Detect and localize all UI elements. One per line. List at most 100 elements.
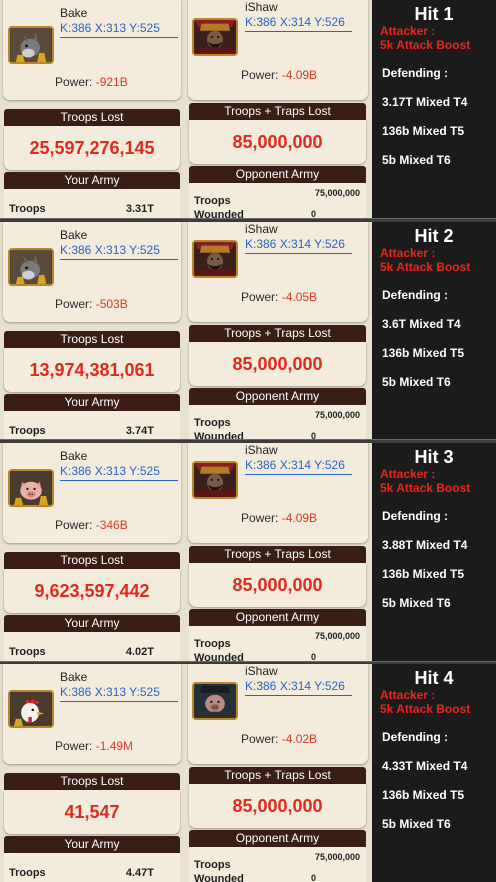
defender-power: Power: -4.02B — [241, 732, 317, 746]
your-army-troops-value: 4.47T — [125, 867, 154, 879]
your-army-troops-label: Troops — [9, 425, 46, 437]
defender-power-label: Power: — [241, 68, 279, 82]
attacker-boost-note: 5k Attack Boost — [380, 481, 471, 495]
attacker-note: Attacker : 5k Attack Boost — [380, 467, 470, 495]
attacker-note: Attacker : 5k Attack Boost — [380, 246, 470, 274]
battle-report: Bake K:386 X:313 Y:525 Power: -1.49M iSh… — [0, 664, 372, 882]
troops-traps-lost-value: 85,000,000 — [189, 120, 366, 164]
attacker-profile-card[interactable]: Bake K:386 X:313 Y:525 Power: -1.49M — [3, 664, 181, 764]
attacker-power-label: Power: — [55, 297, 93, 311]
troops-lost-value: 25,597,276,145 — [4, 126, 180, 170]
your-army-header[interactable]: Your Army — [4, 615, 180, 632]
defender-coords-link[interactable]: K:386 X:314 Y:526 — [245, 458, 352, 475]
troops-lost-header: Troops Lost — [4, 109, 180, 126]
attacker-power: Power: -1.49M — [55, 739, 133, 753]
troops-lost-value: 9,623,597,442 — [4, 569, 180, 613]
opponent-troops-value: 75,000,000 — [314, 410, 360, 420]
hit-notes: Hit 2 Attacker : 5k Attack Boost Defendi… — [372, 222, 496, 440]
troops-lost-header: Troops Lost — [4, 331, 180, 348]
opponent-troops-label: Troops — [194, 417, 231, 429]
defender-power-value: -4.02B — [281, 732, 318, 746]
troops-lost-value: 13,974,381,061 — [4, 348, 180, 392]
defending-line-t6: 5b Mixed T6 — [382, 153, 451, 167]
attacker-power: Power: -346B — [55, 518, 128, 532]
your-army-header[interactable]: Your Army — [4, 836, 180, 853]
defender-power-label: Power: — [241, 511, 279, 525]
donkey-avatar — [8, 248, 54, 286]
defender-profile-card[interactable]: iShaw K:386 X:314 Y:526 Power: -4.05B — [188, 222, 368, 322]
attacker-coords-link[interactable]: K:386 X:313 Y:525 — [60, 685, 178, 702]
battle-report: Bake K:386 X:313 Y:525 Power: -503B iSha… — [0, 222, 372, 440]
troops-traps-lost-header: Troops + Traps Lost — [189, 103, 366, 120]
defender-coords-link[interactable]: K:386 X:314 Y:526 — [245, 15, 352, 32]
troops-lost-header: Troops Lost — [4, 552, 180, 569]
your-army-header[interactable]: Your Army — [4, 394, 180, 411]
attacker-profile-card[interactable]: Bake K:386 X:313 Y:525 Power: -921B — [3, 0, 181, 100]
defender-name: iShaw — [245, 664, 278, 678]
opponent-wounded-value: 0 — [310, 873, 316, 882]
defender-profile-card[interactable]: iShaw K:386 X:314 Y:526 Power: -4.02B — [188, 664, 368, 764]
troops-traps-lost-header: Troops + Traps Lost — [189, 325, 366, 342]
defender-power: Power: -4.09B — [241, 511, 317, 525]
warrior-avatar — [192, 240, 238, 278]
hit-panel-1: Bake K:386 X:313 Y:525 Power: -921B iSha… — [0, 0, 496, 218]
opponent-troops-value: 75,000,000 — [314, 188, 360, 198]
your-army-troops-value: 3.74T — [125, 425, 154, 437]
defender-coords-link[interactable]: K:386 X:314 Y:526 — [245, 237, 352, 254]
hit-panel-3: Bake K:386 X:313 Y:525 Power: -346B iSha… — [0, 443, 496, 661]
defending-line-t4: 3.88T Mixed T4 — [382, 538, 468, 552]
defender-power: Power: -4.05B — [241, 290, 317, 304]
attacker-coords-link[interactable]: K:386 X:313 Y:525 — [60, 21, 178, 38]
attacker-power: Power: -921B — [55, 75, 128, 89]
attacker-power-label: Power: — [55, 739, 93, 753]
hit-notes: Hit 3 Attacker : 5k Attack Boost Defendi… — [372, 443, 496, 661]
your-army-troops-value: 4.02T — [125, 646, 154, 658]
pig-avatar — [8, 469, 54, 507]
opponent-troops-label: Troops — [194, 638, 231, 650]
defender-profile-card[interactable]: iShaw K:386 X:314 Y:526 Power: -4.09B — [188, 0, 368, 100]
opponent-army-header[interactable]: Opponent Army — [189, 166, 366, 183]
attacker-name: Bake — [60, 449, 88, 463]
troops-traps-lost-value: 85,000,000 — [189, 342, 366, 386]
defending-label: Defending : — [382, 288, 448, 302]
defending-line-t6: 5b Mixed T6 — [382, 596, 451, 610]
attacker-power-value: -346B — [95, 518, 128, 532]
hit-notes: Hit 4 Attacker : 5k Attack Boost Defendi… — [372, 664, 496, 882]
defending-line-t4: 3.17T Mixed T4 — [382, 95, 468, 109]
defending-line-t6: 5b Mixed T6 — [382, 817, 451, 831]
opponent-army-header[interactable]: Opponent Army — [189, 388, 366, 405]
hit-panel-4: Bake K:386 X:313 Y:525 Power: -1.49M iSh… — [0, 664, 496, 882]
troops-traps-lost-value: 85,000,000 — [189, 784, 366, 828]
chicken-avatar — [8, 690, 54, 728]
defending-line-t4: 3.6T Mixed T4 — [382, 317, 461, 331]
attacker-name: Bake — [60, 228, 88, 242]
attacker-profile-card[interactable]: Bake K:386 X:313 Y:525 Power: -346B — [3, 443, 181, 543]
your-army-header[interactable]: Your Army — [4, 172, 180, 189]
defending-label: Defending : — [382, 730, 448, 744]
opponent-army-body: Troops 75,000,000 Wounded 0 — [189, 847, 366, 882]
pig-warrior-avatar — [192, 682, 238, 720]
opponent-army-header[interactable]: Opponent Army — [189, 830, 366, 847]
hit-title: Hit 2 — [414, 226, 454, 246]
defending-line-t5: 136b Mixed T5 — [382, 346, 465, 360]
defender-name: iShaw — [245, 443, 278, 457]
opponent-wounded-label: Wounded — [194, 873, 244, 882]
your-army-body: Troops 3.74T — [4, 411, 180, 440]
donkey-avatar — [8, 26, 54, 64]
attacker-name: Bake — [60, 670, 88, 684]
attacker-profile-card[interactable]: Bake K:386 X:313 Y:525 Power: -503B — [3, 222, 181, 322]
defender-power: Power: -4.09B — [241, 68, 317, 82]
defender-power-label: Power: — [241, 290, 279, 304]
defender-coords-link[interactable]: K:386 X:314 Y:526 — [245, 679, 352, 696]
opponent-army-header[interactable]: Opponent Army — [189, 609, 366, 626]
attacker-coords-link[interactable]: K:386 X:313 Y:525 — [60, 464, 178, 481]
troops-traps-lost-value: 85,000,000 — [189, 563, 366, 607]
attacker-power-value: -921B — [95, 75, 128, 89]
defender-profile-card[interactable]: iShaw K:386 X:314 Y:526 Power: -4.09B — [188, 443, 368, 543]
your-army-body: Troops 4.02T — [4, 632, 180, 661]
attacker-coords-link[interactable]: K:386 X:313 Y:525 — [60, 243, 178, 260]
attacker-power: Power: -503B — [55, 297, 128, 311]
attacker-boost-note: 5k Attack Boost — [380, 702, 471, 716]
troops-traps-lost-header: Troops + Traps Lost — [189, 767, 366, 784]
attacker-note-label: Attacker : — [380, 467, 436, 481]
